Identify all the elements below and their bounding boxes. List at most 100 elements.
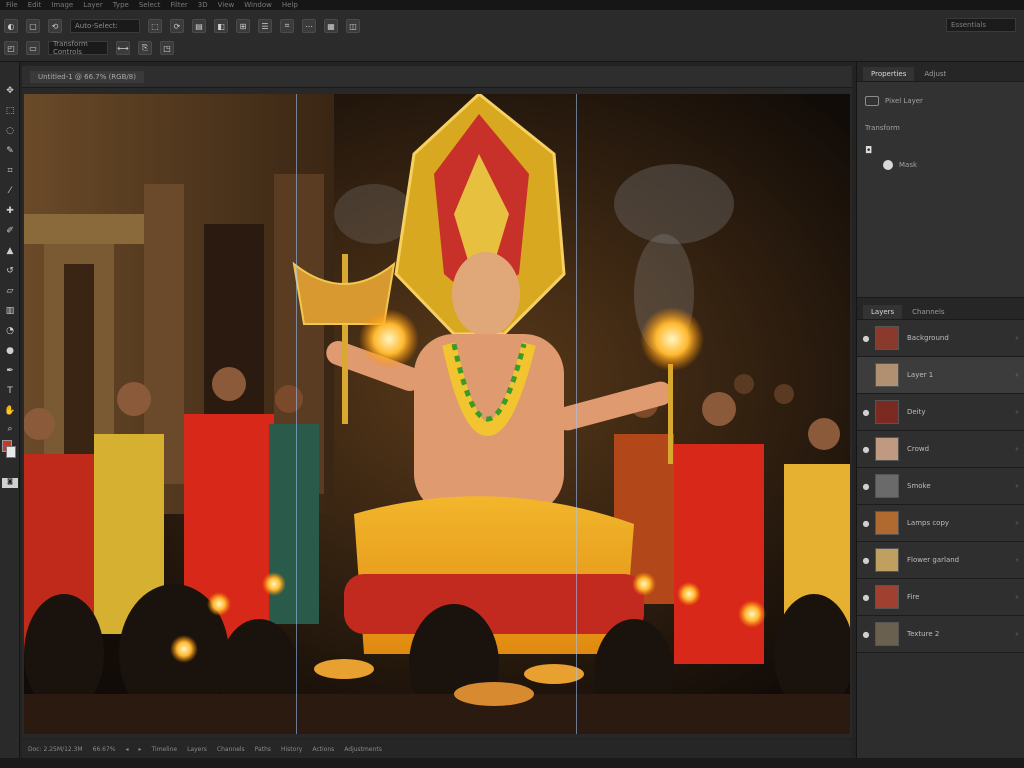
visibility-eye-icon[interactable]: ● <box>857 593 875 602</box>
layer-link-icon[interactable]: ◦ <box>1010 334 1024 343</box>
layer-link-icon[interactable]: ◦ <box>1010 519 1024 528</box>
option-button[interactable]: ⎘ <box>138 41 152 55</box>
hand-tool-icon[interactable]: ✋ <box>3 404 17 418</box>
eyedropper-tool-icon[interactable]: ⁄ <box>3 184 17 198</box>
layer-row[interactable]: ● Fire ◦ <box>857 579 1024 616</box>
menu-edit[interactable]: Edit <box>28 1 42 9</box>
mask-icon[interactable]: ◘ <box>865 146 872 156</box>
option-button[interactable]: ⟷ <box>116 41 130 55</box>
layer-name[interactable]: Deity <box>907 408 1010 416</box>
option-button[interactable]: ▤ <box>192 19 206 33</box>
option-button[interactable]: ◫ <box>346 19 360 33</box>
stamp-tool-icon[interactable]: ▲ <box>3 244 17 258</box>
layer-row[interactable]: ● Texture 2 ◦ <box>857 616 1024 653</box>
background-color-swatch[interactable] <box>6 446 16 458</box>
layer-row[interactable]: ● Flower garland ◦ <box>857 542 1024 579</box>
layer-thumbnail[interactable] <box>875 326 899 350</box>
layer-row[interactable]: ● Crowd ◦ <box>857 431 1024 468</box>
option-button[interactable]: ☰ <box>258 19 272 33</box>
menu-window[interactable]: Window <box>244 1 272 9</box>
visibility-eye-icon[interactable]: ● <box>857 630 875 639</box>
menu-view[interactable]: View <box>218 1 235 9</box>
menu-3d[interactable]: 3D <box>198 1 208 9</box>
layer-name[interactable]: Crowd <box>907 445 1010 453</box>
visibility-eye-icon[interactable]: ● <box>857 334 875 343</box>
menu-filter[interactable]: Filter <box>170 1 187 9</box>
pen-tool-icon[interactable]: ✒ <box>3 364 17 378</box>
layer-link-icon[interactable]: ◦ <box>1010 630 1024 639</box>
next-icon[interactable]: ▸ <box>139 746 142 753</box>
option-button[interactable]: ◳ <box>160 41 174 55</box>
layer-link-icon[interactable]: ◦ <box>1010 408 1024 417</box>
healing-tool-icon[interactable]: ✚ <box>3 204 17 218</box>
layer-row[interactable]: ● Deity ◦ <box>857 394 1024 431</box>
layer-row[interactable]: Layer 1 ◦ <box>857 357 1024 394</box>
menu-select[interactable]: Select <box>139 1 161 9</box>
visibility-eye-icon[interactable]: ● <box>857 408 875 417</box>
move-tool-icon[interactable]: ✥ <box>3 84 17 98</box>
layer-thumbnail[interactable] <box>875 548 899 572</box>
quick-mask-icon[interactable]: ◙ <box>2 478 18 488</box>
layer-link-icon[interactable]: ◦ <box>1010 593 1024 602</box>
auto-select-field[interactable]: Auto-Select: <box>70 19 140 33</box>
bottom-tab-actions[interactable]: Actions <box>312 746 334 753</box>
layer-name[interactable]: Background <box>907 334 1010 342</box>
blur-tool-icon[interactable]: ◔ <box>3 324 17 338</box>
prev-icon[interactable]: ◂ <box>126 746 129 753</box>
layer-row[interactable]: ● Lamps copy ◦ <box>857 505 1024 542</box>
vertical-guide-2[interactable] <box>576 94 577 734</box>
layer-thumbnail[interactable] <box>875 474 899 498</box>
layer-thumbnail[interactable] <box>875 585 899 609</box>
eraser-tool-icon[interactable]: ▱ <box>3 284 17 298</box>
layer-name[interactable]: Texture 2 <box>907 630 1010 638</box>
history-brush-tool-icon[interactable]: ↺ <box>3 264 17 278</box>
menu-file[interactable]: File <box>6 1 18 9</box>
tab-channels[interactable]: Channels <box>904 305 952 319</box>
layer-name[interactable]: Flower garland <box>907 556 1010 564</box>
option-button[interactable]: ⟳ <box>170 19 184 33</box>
layer-name[interactable]: Layer 1 <box>907 371 1010 379</box>
layer-thumbnail[interactable] <box>875 437 899 461</box>
bottom-tab-history[interactable]: History <box>281 746 302 753</box>
layer-link-icon[interactable]: ◦ <box>1010 482 1024 491</box>
layer-row[interactable]: ● Background ◦ <box>857 320 1024 357</box>
option-button[interactable]: ⊞ <box>236 19 250 33</box>
gradient-tool-icon[interactable]: ▥ <box>3 304 17 318</box>
marquee-tool-icon[interactable]: ⬚ <box>3 104 17 118</box>
visibility-eye-icon[interactable]: ● <box>857 519 875 528</box>
bottom-tab-timeline[interactable]: Timeline <box>152 746 178 753</box>
dodge-tool-icon[interactable]: ● <box>3 344 17 358</box>
layer-link-icon[interactable]: ◦ <box>1010 556 1024 565</box>
tab-adjust[interactable]: Adjust <box>916 67 954 81</box>
option-button[interactable]: ⟲ <box>48 19 62 33</box>
option-button[interactable]: ⋯ <box>302 19 316 33</box>
visibility-eye-icon[interactable]: ● <box>857 482 875 491</box>
layer-link-icon[interactable]: ◦ <box>1010 445 1024 454</box>
visibility-eye-icon[interactable]: ● <box>857 556 875 565</box>
type-tool-icon[interactable]: T <box>3 384 17 398</box>
bottom-tab-adjustments[interactable]: Adjustments <box>344 746 382 753</box>
workspace-switcher[interactable]: Essentials <box>946 18 1016 32</box>
crop-tool-icon[interactable]: ⌗ <box>3 164 17 178</box>
document-tab[interactable]: Untitled-1 @ 66.7% (RGB/8) <box>30 70 144 83</box>
option-button[interactable]: ◧ <box>214 19 228 33</box>
zoom-tool-icon[interactable]: ⌕ <box>3 422 17 436</box>
canvas-area[interactable] <box>22 88 852 738</box>
quick-select-tool-icon[interactable]: ✎ <box>3 144 17 158</box>
brush-tool-icon[interactable]: ✐ <box>3 224 17 238</box>
mask-toggle-icon[interactable] <box>883 160 893 170</box>
bottom-tab-layers[interactable]: Layers <box>187 746 207 753</box>
option-button[interactable]: ⌗ <box>280 19 294 33</box>
option-button[interactable]: ◰ <box>4 41 18 55</box>
vertical-guide-1[interactable] <box>296 94 297 734</box>
menu-layer[interactable]: Layer <box>83 1 103 9</box>
option-button[interactable]: ▦ <box>324 19 338 33</box>
transform-controls-field[interactable]: Transform Controls <box>48 40 108 56</box>
option-button[interactable]: ▢ <box>26 19 40 33</box>
visibility-eye-icon[interactable]: ● <box>857 445 875 454</box>
layer-thumbnail[interactable] <box>875 363 899 387</box>
option-button[interactable]: ▭ <box>26 41 40 55</box>
bottom-tab-channels[interactable]: Channels <box>217 746 245 753</box>
menu-help[interactable]: Help <box>282 1 298 9</box>
layer-thumbnail[interactable] <box>875 622 899 646</box>
